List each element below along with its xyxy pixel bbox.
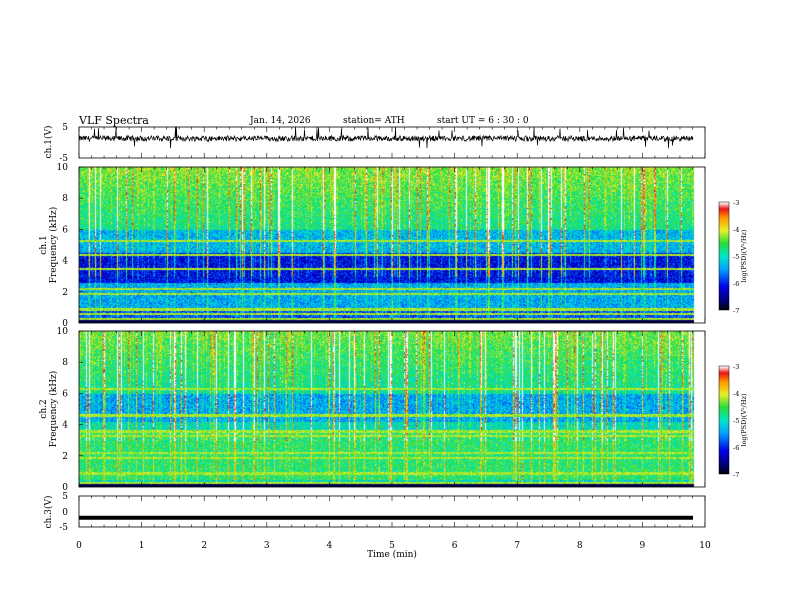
start-ut-label: start UT = 6 : 30 : 0 <box>437 116 529 126</box>
frequency-tick-label: 8 <box>62 358 68 368</box>
ch2-colorbar-title: log(PSD)(V²/Hz) <box>740 393 748 446</box>
time-tick-label: 6 <box>452 541 458 551</box>
frequency-tick-label: 6 <box>62 225 68 235</box>
ch1-colorbar: -3 -4 -5 -6 -7 log(PSD)(V²/Hz) <box>718 199 748 315</box>
time-tick-label: 3 <box>264 541 270 551</box>
ch3-waveform-ylabel: ch.3(V) <box>43 496 54 529</box>
frequency-tick-label: 2 <box>62 452 68 462</box>
frequency-tick-label: 6 <box>62 389 68 399</box>
colorbar-tick-label: -5 <box>733 417 739 425</box>
time-tick-label: 2 <box>201 541 207 551</box>
station-label: station= ATH <box>343 116 405 126</box>
time-axis-label: Time (min) <box>367 549 417 560</box>
frequency-tick-label: 8 <box>62 194 68 204</box>
ch2-colorbar: -3 -4 -5 -6 -7 log(PSD)(V²/Hz) <box>718 363 748 479</box>
ch1-channel-label: ch.1 <box>39 235 49 254</box>
colorbar-tick-label: -7 <box>733 471 739 479</box>
ch2-frequency-ylabel: Frequency (kHz) <box>48 371 59 448</box>
ch1-waveform-ylabel: ch.1(V) <box>43 126 54 159</box>
colorbar-tick-label: -7 <box>733 307 739 315</box>
colorbar-tick-label: -3 <box>733 199 739 207</box>
ch1-frequency-ylabel: Frequency (kHz) <box>48 207 59 284</box>
ch2-spectrogram-panel: 0246810 Frequency (kHz) ch.2 <box>39 327 706 493</box>
ch1-ytick-top: 5 <box>62 123 68 133</box>
ch2-colorbar-image <box>719 366 729 474</box>
ch1-colorbar-title: log(PSD)(V²/Hz) <box>740 229 748 282</box>
time-tick-label: 8 <box>577 541 583 551</box>
ch1-spectrogram-image <box>79 167 705 323</box>
colorbar-tick-label: -4 <box>733 226 739 234</box>
time-tick-label: 9 <box>640 541 646 551</box>
ch1-waveform-panel: 5 -5 ch.1(V) <box>43 123 706 164</box>
ch3-ytick-bottom: -5 <box>59 523 68 533</box>
colorbar-tick-label: -5 <box>733 253 739 261</box>
figure-title: VLF Spectra <box>78 114 149 127</box>
ch2-colorbar-tick-labels: -3 -4 -5 -6 -7 <box>733 363 739 479</box>
colorbar-tick-label: -6 <box>733 444 739 452</box>
frequency-tick-label: 2 <box>62 288 68 298</box>
ch2-channel-label: ch.2 <box>39 399 49 418</box>
time-tick-label: 4 <box>327 541 333 551</box>
colorbar-tick-label: -4 <box>733 390 739 398</box>
ch3-ytick-mid: 0 <box>62 508 68 518</box>
ch3-ytick-top: 5 <box>62 492 68 502</box>
time-tick-label: 1 <box>139 541 145 551</box>
date-label: Jan. 14, 2026 <box>249 116 311 126</box>
frequency-tick-label: 4 <box>62 421 68 431</box>
time-tick-label: 0 <box>76 541 82 551</box>
colorbar-tick-label: -6 <box>733 280 739 288</box>
colorbar-tick-label: -3 <box>733 363 739 371</box>
frequency-tick-label: 10 <box>57 327 69 337</box>
frequency-tick-label: 4 <box>62 257 68 267</box>
vlf-figure: VLF Spectra Jan. 14, 2026 station= ATH s… <box>39 114 748 560</box>
ch1-colorbar-tick-labels: -3 -4 -5 -6 -7 <box>733 199 739 315</box>
ch2-spectrogram-image <box>79 331 705 487</box>
frequency-tick-label: 10 <box>57 163 69 173</box>
ch1-colorbar-image <box>719 202 729 310</box>
ch1-spectrogram-panel: 0246810 Frequency (kHz) ch.1 <box>39 163 706 329</box>
time-tick-label: 7 <box>514 541 520 551</box>
ch3-waveform-panel: 5 0 -5 ch.3(V) <box>43 492 706 533</box>
time-tick-label: 10 <box>699 541 711 551</box>
